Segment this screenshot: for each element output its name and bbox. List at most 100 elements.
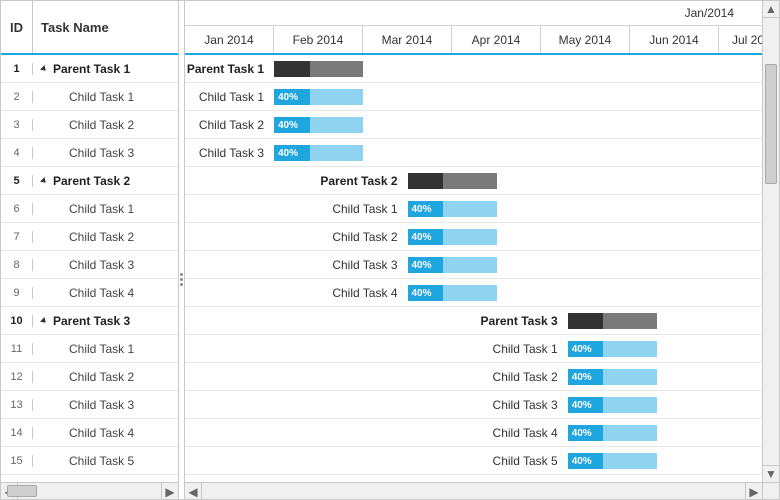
task-id-cell: 7 [1,231,33,243]
task-row-parent[interactable]: 1Parent Task 1 [1,55,178,83]
gantt-task-bar[interactable]: 40% [568,397,657,413]
expand-collapse-icon[interactable] [39,316,49,326]
scroll-track[interactable] [763,18,779,465]
gantt-bar-label: Child Task 1 [185,89,270,105]
gantt-task-bar[interactable]: 40% [408,229,497,245]
task-name-cell: Child Task 2 [33,370,178,384]
scroll-left-icon[interactable]: ◀ [185,483,202,499]
gantt-summary-bar[interactable] [568,313,657,329]
task-name-label: Child Task 2 [69,118,134,132]
month-header-cell: Mar 2014 [363,26,452,53]
month-header-cell: Jan 2014 [185,26,274,53]
scroll-thumb[interactable] [7,485,37,497]
gantt-bar-label: Parent Task 3 [185,313,564,329]
task-name-cell: Child Task 1 [33,202,178,216]
task-name-label: Child Task 2 [69,230,134,244]
task-name-label: Child Task 1 [69,342,134,356]
gantt-task-bar[interactable]: 40% [568,369,657,385]
grid-horizontal-scrollbar[interactable]: ◀ ▶ [1,482,178,499]
task-row-parent[interactable]: 5Parent Task 2 [1,167,178,195]
gantt-bar-label: Child Task 3 [185,145,270,161]
gantt-progress-fill: 40% [408,257,444,273]
gantt-bar-label: Child Task 2 [185,229,404,245]
scroll-thumb[interactable] [765,64,777,184]
gantt-summary-bar[interactable] [274,61,363,77]
task-row-parent[interactable]: 10Parent Task 3 [1,307,178,335]
gantt-task-bar[interactable]: 40% [568,453,657,469]
gantt-summary-bar[interactable] [408,173,497,189]
task-id-cell: 4 [1,147,33,159]
gantt-bar-label: Child Task 5 [185,453,564,469]
gantt-chart: ID Task Name 1Parent Task 12Child Task 1… [0,0,780,500]
task-row-child[interactable]: 9Child Task 4 [1,279,178,307]
scroll-down-icon[interactable]: ▼ [763,465,779,482]
gantt-task-bar[interactable]: 40% [408,285,497,301]
gantt-row: Child Task 340% [185,391,762,419]
expand-collapse-icon[interactable] [39,176,49,186]
timeline-body[interactable]: Parent Task 1Child Task 140%Child Task 2… [185,55,762,482]
task-row-child[interactable]: 14Child Task 4 [1,419,178,447]
task-row-child[interactable]: 7 Child Task 2 [1,223,178,251]
gantt-bar-label: Child Task 2 [185,117,270,133]
task-row-child[interactable]: 3Child Task 2 [1,111,178,139]
scroll-up-icon[interactable]: ▲ [763,1,779,18]
gantt-bar-label: Child Task 3 [185,257,404,273]
gantt-row: Child Task 240% [185,223,762,251]
gantt-task-bar[interactable]: 40% [274,89,363,105]
task-row-child[interactable]: 4Child Task 3 [1,139,178,167]
task-row-child[interactable]: 12Child Task 2 [1,363,178,391]
task-name-label: Child Task 2 [69,370,134,384]
gantt-row: Child Task 240% [185,111,762,139]
gantt-progress-fill: 40% [568,425,604,441]
gantt-bar-label: Child Task 1 [185,201,404,217]
task-row-child[interactable]: 11Child Task 1 [1,335,178,363]
task-grid: ID Task Name 1Parent Task 12Child Task 1… [1,1,179,499]
task-name-cell: Child Task 1 [33,90,178,104]
task-row-child[interactable]: 6Child Task 1 [1,195,178,223]
gantt-row: Parent Task 3 [185,307,762,335]
task-id-cell: 15 [1,455,33,467]
task-id-cell: 8 [1,259,33,271]
timeline-horizontal-scrollbar[interactable]: ◀ ▶ [185,482,762,499]
task-name-label: Child Task 1 [69,90,134,104]
gantt-task-bar[interactable]: 40% [274,145,363,161]
gantt-row: Parent Task 1 [185,55,762,83]
column-header-id[interactable]: ID [1,1,33,53]
gantt-task-bar[interactable]: 40% [568,425,657,441]
scroll-right-icon[interactable]: ▶ [745,483,762,499]
gantt-bar-label: Child Task 4 [185,285,404,301]
task-id-cell: 9 [1,287,33,299]
task-row-child[interactable]: 13Child Task 3 [1,391,178,419]
gantt-progress-fill: 40% [408,201,444,217]
month-header-cell: Feb 2014 [274,26,363,53]
gantt-task-bar[interactable]: 40% [408,257,497,273]
vertical-scrollbar[interactable]: ▲ ▼ [762,1,779,499]
gantt-row: Parent Task 2 [185,167,762,195]
task-name-label: Child Task 3 [69,258,134,272]
gantt-row: Child Task 140% [185,335,762,363]
task-row-child[interactable]: 15Child Task 5 [1,447,178,475]
gantt-bar-label: Child Task 3 [185,397,564,413]
column-header-name[interactable]: Task Name [33,1,178,53]
gantt-row: Child Task 340% [185,139,762,167]
expand-collapse-icon[interactable] [39,64,49,74]
gantt-bar-label: Child Task 1 [185,341,564,357]
gantt-progress-fill: 40% [568,369,604,385]
task-name-cell: Child Task 4 [33,286,178,300]
task-row-child[interactable]: 8 Child Task 3 [1,251,178,279]
gantt-task-bar[interactable]: 40% [274,117,363,133]
gantt-progress-fill [568,313,604,329]
gantt-progress-fill: 40% [274,145,310,161]
task-id-cell: 1 [1,63,33,75]
gantt-progress-fill: 40% [274,89,310,105]
gantt-task-bar[interactable]: 40% [408,201,497,217]
gantt-row: Child Task 440% [185,279,762,307]
month-header-cell: Apr 2014 [452,26,541,53]
gantt-task-bar[interactable]: 40% [568,341,657,357]
task-row-child[interactable]: 2Child Task 1 [1,83,178,111]
timeline-header: Jan/2014 Jan 2014Feb 2014Mar 2014Apr 201… [185,1,762,55]
scroll-right-icon[interactable]: ▶ [161,483,178,500]
task-id-cell: 6 [1,203,33,215]
gantt-progress-fill: 40% [568,397,604,413]
task-id-cell: 10 [1,315,33,327]
